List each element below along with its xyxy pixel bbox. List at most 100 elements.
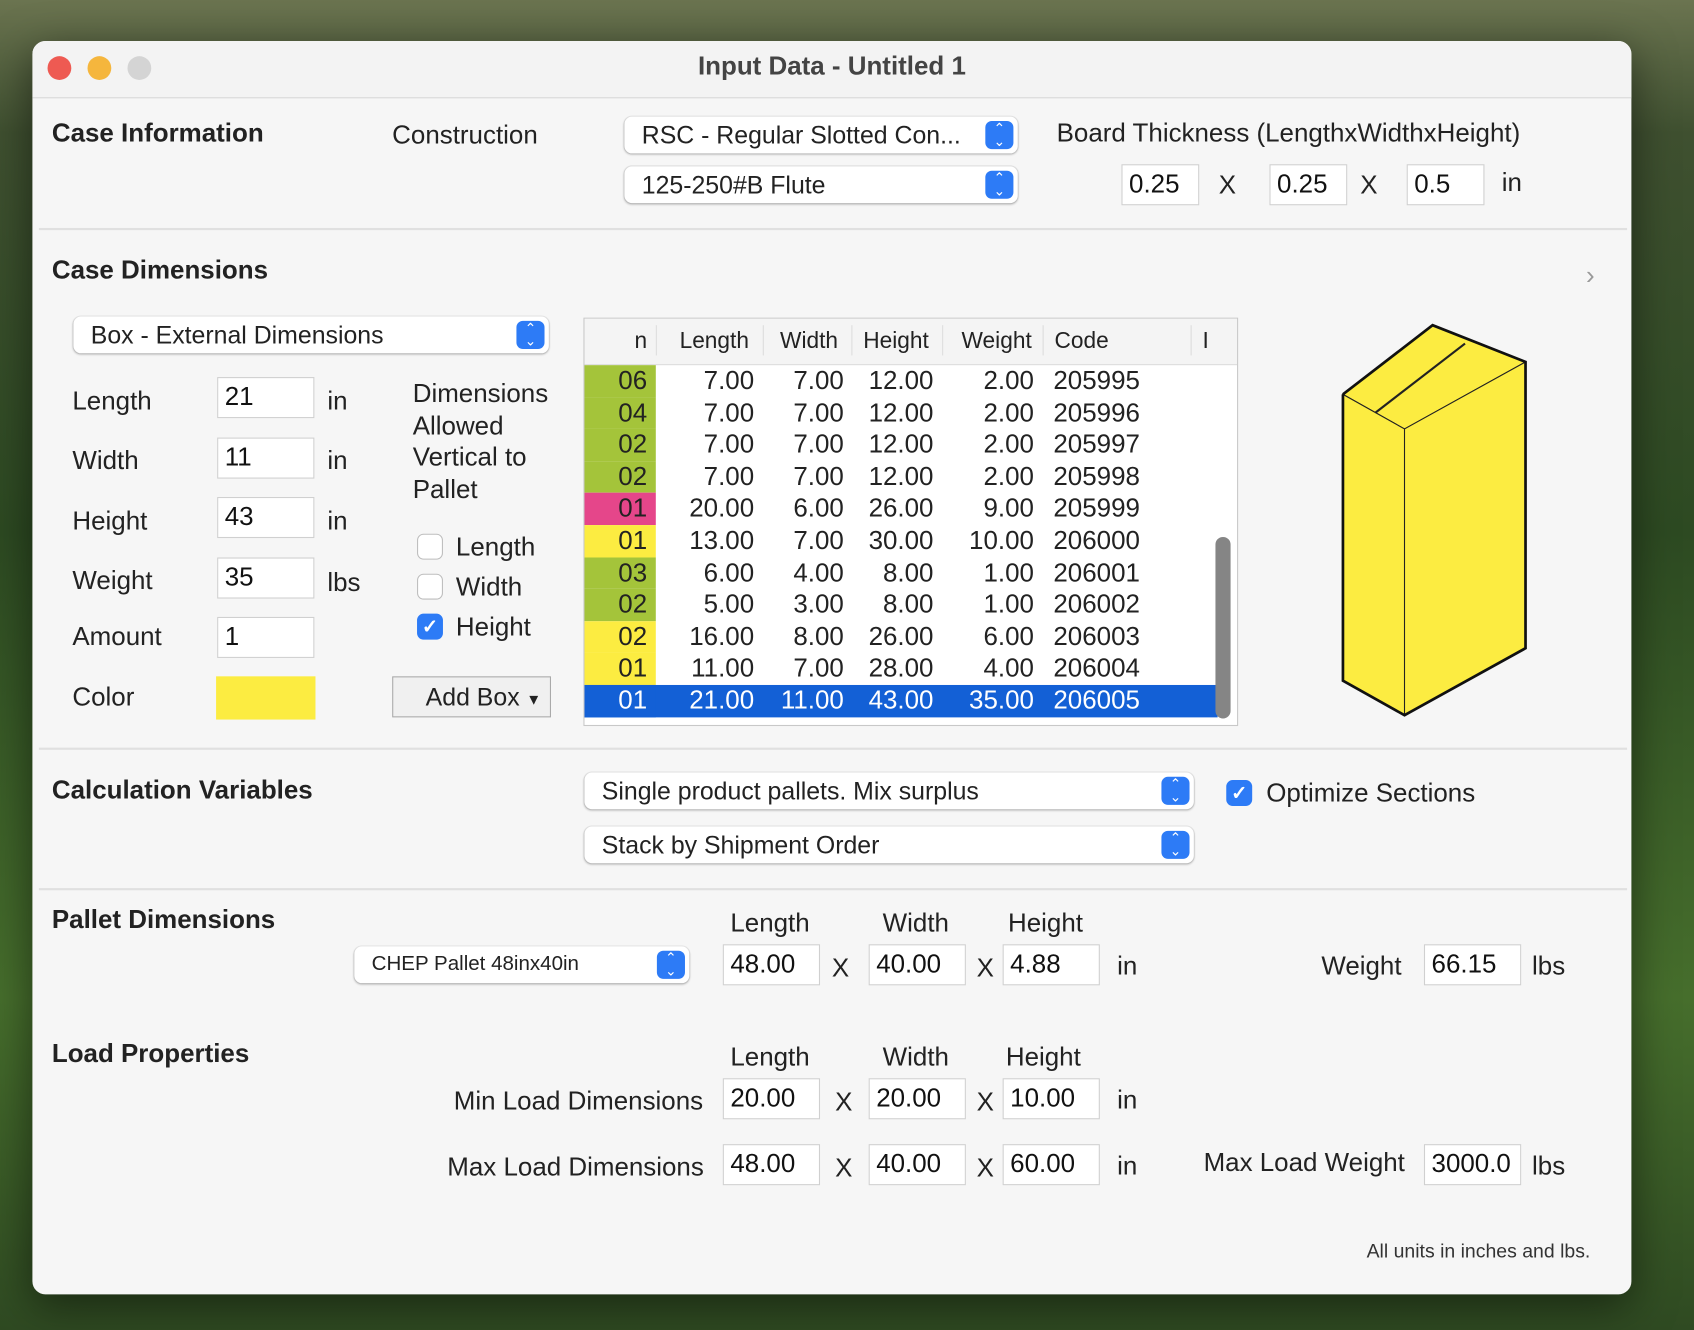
divider: [38, 888, 1628, 891]
table-row[interactable]: 01 11.00 7.00 28.00 4.00 206004: [584, 652, 1217, 685]
column-code[interactable]: Code: [1054, 328, 1108, 354]
cell-weight: 6.00: [983, 622, 1034, 652]
cell-n: 02: [618, 462, 648, 492]
cell-height: 8.00: [882, 558, 934, 588]
window-title: Input Data - Untitled 1: [697, 51, 966, 82]
stack-order-value: Stack by Shipment Order: [601, 830, 880, 859]
cell-height: 43.00: [868, 686, 934, 716]
max-length-field[interactable]: 48.00: [722, 1144, 821, 1186]
construction-popup[interactable]: RSC - Regular Slotted Con... ⌃ ⌄: [624, 116, 1018, 154]
pallet-height-field[interactable]: 4.88: [1002, 944, 1100, 986]
board-thickness-label: Board Thickness (LengthxWidthxHeight): [1056, 118, 1521, 149]
add-box-label: Add Box: [425, 682, 520, 711]
calculation-mode-popup[interactable]: Single product pallets. Mix surplus ⌃ ⌄: [584, 772, 1194, 810]
table-row[interactable]: 03 6.00 4.00 8.00 1.00 206001: [584, 557, 1217, 590]
title-bar: Input Data - Untitled 1: [32, 41, 1632, 99]
height-field[interactable]: 43: [217, 496, 315, 539]
amount-field[interactable]: 1: [217, 616, 315, 658]
cell-length: 13.00: [689, 526, 755, 556]
unit-label: in: [1501, 168, 1522, 198]
pallet-width-label: Width: [882, 908, 949, 938]
table-row[interactable]: 01 13.00 7.00 30.00 10.00 206000: [584, 525, 1217, 558]
table-row[interactable]: 06 7.00 7.00 12.00 2.00 205995: [584, 365, 1217, 398]
vertical-width-checkbox[interactable]: [417, 573, 443, 600]
pallet-dimensions-heading: Pallet Dimensions: [51, 905, 276, 935]
weight-unit: lbs: [327, 568, 361, 598]
cell-weight: 4.00: [983, 654, 1034, 684]
chevron-right-icon[interactable]: ›: [1586, 261, 1595, 291]
vertical-height-checkbox[interactable]: ✓: [417, 613, 443, 640]
vertical-length-checkbox[interactable]: [417, 533, 443, 560]
x-label: X: [1360, 170, 1378, 200]
width-field[interactable]: 11: [217, 437, 315, 479]
calculation-variables-heading: Calculation Variables: [51, 775, 313, 805]
pallet-width-field[interactable]: 40.00: [868, 944, 966, 986]
cell-code: 205997: [1053, 430, 1140, 460]
cell-height: 12.00: [868, 430, 934, 460]
cell-width: 6.00: [793, 494, 844, 524]
column-weight[interactable]: Weight: [962, 328, 1032, 354]
thickness-length-field[interactable]: 0.25: [1121, 164, 1200, 206]
cell-code: 206000: [1053, 526, 1140, 556]
thickness-height-field[interactable]: 0.5: [1406, 164, 1485, 206]
color-swatch[interactable]: [216, 676, 316, 720]
table-row[interactable]: 02 7.00 7.00 12.00 2.00 205997: [584, 429, 1217, 462]
thickness-width-field[interactable]: 0.25: [1269, 164, 1348, 206]
length-field[interactable]: 21: [217, 377, 315, 419]
table-row[interactable]: 04 7.00 7.00 12.00 2.00 205996: [584, 397, 1217, 430]
table-row[interactable]: 01 21.00 11.00 43.00 35.00 206005: [584, 684, 1218, 717]
min-width-field[interactable]: 20.00: [868, 1078, 966, 1120]
max-load-weight-field[interactable]: 3000.0: [1423, 1144, 1522, 1186]
table-scrollbar[interactable]: [1215, 536, 1231, 719]
pallet-type-value: CHEP Pallet 48inx40in: [371, 952, 579, 976]
max-load-weight-label: Max Load Weight: [1203, 1148, 1405, 1178]
cell-weight: 2.00: [983, 462, 1034, 492]
max-height-field[interactable]: 60.00: [1002, 1144, 1100, 1186]
divider: [38, 747, 1628, 750]
table-row[interactable]: 02 5.00 3.00 8.00 1.00 206002: [584, 589, 1217, 621]
case-information-heading: Case Information: [51, 118, 264, 149]
updown-icon: ⌃ ⌄: [1161, 830, 1190, 859]
max-width-field[interactable]: 40.00: [868, 1144, 966, 1186]
min-height-field[interactable]: 10.00: [1002, 1078, 1100, 1120]
cell-length: 20.00: [689, 494, 755, 524]
table-row[interactable]: 02 7.00 7.00 12.00 2.00 205998: [584, 461, 1217, 494]
x-label: X: [835, 1153, 853, 1184]
weight-field[interactable]: 35: [217, 557, 315, 599]
cell-weight: 9.00: [983, 494, 1034, 524]
min-length-field[interactable]: 20.00: [722, 1078, 821, 1120]
cell-height: 12.00: [868, 462, 934, 492]
table-row[interactable]: 01 20.00 6.00 26.00 9.00 205999: [584, 493, 1217, 526]
column-length[interactable]: Length: [680, 328, 749, 354]
amount-label: Amount: [72, 622, 162, 652]
updown-icon: ⌃ ⌄: [516, 320, 545, 349]
pallet-weight-field[interactable]: 66.15: [1423, 944, 1522, 986]
column-i[interactable]: I: [1202, 328, 1208, 354]
pallet-type-popup[interactable]: CHEP Pallet 48inx40in ⌃ ⌄: [354, 946, 690, 984]
pallet-weight-label: Weight: [1321, 951, 1402, 982]
cell-width: 4.00: [793, 558, 844, 588]
table-row[interactable]: 02 16.00 8.00 26.00 6.00 206003: [584, 621, 1217, 653]
column-width[interactable]: Width: [780, 328, 838, 354]
cell-n: 02: [618, 590, 648, 620]
pallet-length-field[interactable]: 48.00: [722, 944, 821, 986]
cell-length: 7.00: [703, 430, 755, 460]
flute-popup[interactable]: 125-250#B Flute ⌃ ⌄: [624, 166, 1018, 204]
column-n[interactable]: n: [635, 328, 648, 354]
dimension-mode-popup[interactable]: Box - External Dimensions ⌃ ⌄: [73, 316, 549, 354]
cell-n: 01: [618, 686, 648, 716]
cell-code: 206002: [1053, 590, 1140, 620]
cell-length: 6.00: [703, 558, 755, 588]
optimize-sections-checkbox[interactable]: ✓: [1226, 780, 1253, 806]
case-dimensions-heading: Case Dimensions: [51, 256, 269, 286]
stack-order-popup[interactable]: Stack by Shipment Order ⌃ ⌄: [584, 826, 1194, 864]
cell-code: 206005: [1053, 686, 1140, 716]
divider: [38, 227, 1628, 231]
column-height[interactable]: Height: [863, 328, 929, 354]
cell-length: 11.00: [691, 654, 755, 684]
input-data-window: Input Data - Untitled 1 Case Information…: [32, 41, 1632, 1295]
cell-length: 16.00: [689, 622, 755, 652]
add-box-button[interactable]: Add Box ▼: [392, 676, 552, 718]
length-label: Length: [72, 386, 152, 416]
pallet-weight-unit: lbs: [1532, 951, 1566, 982]
